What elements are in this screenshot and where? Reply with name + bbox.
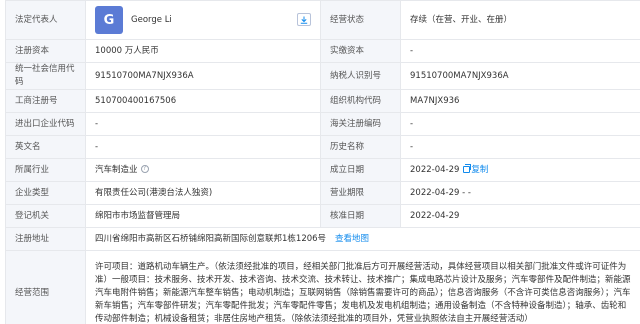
credit-code-label: 统一社会信用代码 (5, 62, 86, 90)
industry-label: 所属行业 (5, 158, 86, 182)
reg-capital-value: 10000 万人民币 (85, 39, 321, 63)
english-name-label: 英文名 (5, 135, 86, 159)
question-circle-icon[interactable]: ? (140, 165, 149, 173)
scope-cell: 许可项目：道路机动车辆生产。（依法须经批准的项目，经相关部门批准后方可开展经营活… (85, 250, 640, 324)
founded-cell: 2022-04-29 复制 (400, 158, 640, 182)
customs-value: - (400, 112, 640, 136)
import-export-label: 进出口企业代码 (5, 112, 86, 136)
business-term-label: 营业期限 (320, 181, 401, 205)
reg-capital-label: 注册资本 (5, 39, 86, 63)
status-label: 经营状态 (320, 0, 401, 40)
view-map-link[interactable]: 查看地图 (335, 234, 369, 244)
company-type-label: 企业类型 (5, 181, 86, 205)
reg-number-label: 工商注册号 (5, 89, 86, 113)
row-names: 英文名 - 历史名称 - (5, 135, 640, 159)
legal-rep-name[interactable]: George Li (131, 14, 172, 27)
industry-value: 汽车制造业 (95, 164, 138, 175)
status-value: 存续（在营、开业、在册） (400, 0, 640, 40)
row-legal-rep: 法定代表人 G George Li 经营状态 存续（在营、开业、在册） (5, 0, 640, 40)
row-authority: 登记机关 绵阳市市场监督管理局 核准日期 2022-04-29 (5, 204, 640, 228)
legal-rep-cell: G George Li (85, 0, 321, 40)
authority-label: 登记机关 (5, 204, 86, 228)
paid-capital-label: 实缴资本 (320, 39, 401, 63)
taxpayer-id-value: 91510700MA7NJX936A (400, 62, 640, 90)
copy-icon[interactable] (463, 163, 472, 173)
company-type-value: 有限责任公司(港澳台法人独资) (85, 181, 321, 205)
company-info-panel: 法定代表人 G George Li 经营状态 存续（在营、开业、在册） 注册资本… (0, 0, 640, 324)
approval-date-label: 核准日期 (320, 204, 401, 228)
legal-rep-label: 法定代表人 (5, 0, 86, 40)
industry-cell: 汽车制造业? (85, 158, 321, 182)
paid-capital-value: - (400, 39, 640, 63)
english-name-value: - (85, 135, 321, 159)
row-type: 企业类型 有限责任公司(港澳台法人独资) 营业期限 2022-04-29 - - (5, 181, 640, 205)
scope-label: 经营范围 (5, 250, 86, 324)
authority-value: 绵阳市市场监督管理局 (85, 204, 321, 228)
address-cell: 四川省绵阳市高新区石桥铺绵阳高新国际创意联邦1栋1206号 查看地图 (85, 227, 640, 251)
row-scope: 经营范围 许可项目：道路机动车辆生产。（依法须经批准的项目，经相关部门批准后方可… (5, 250, 640, 324)
business-term-value: 2022-04-29 - - (400, 181, 640, 205)
founded-value: 2022-04-29 (410, 164, 460, 175)
founded-label: 成立日期 (320, 158, 401, 182)
reg-number-value: 510700400167506 (85, 89, 321, 113)
former-name-value: - (400, 135, 640, 159)
scope-value: 许可项目：道路机动车辆生产。（依法须经批准的项目，经相关部门批准后方可开展经营活… (95, 262, 631, 324)
taxpayer-id-label: 纳税人识别号 (320, 62, 401, 90)
row-trade-codes: 进出口企业代码 - 海关注册编码 - (5, 112, 640, 136)
address-label: 注册地址 (5, 227, 86, 251)
copy-link[interactable]: 复制 (471, 165, 488, 175)
org-code-label: 组织机构代码 (320, 89, 401, 113)
row-registration: 工商注册号 510700400167506 组织机构代码 MA7NJX936 (5, 89, 640, 113)
address-value: 四川省绵阳市高新区石桥铺绵阳高新国际创意联邦1栋1206号 (95, 233, 327, 244)
row-address: 注册地址 四川省绵阳市高新区石桥铺绵阳高新国际创意联邦1栋1206号 查看地图 (5, 227, 640, 251)
org-code-value: MA7NJX936 (400, 89, 640, 113)
row-industry: 所属行业 汽车制造业? 成立日期 2022-04-29 复制 (5, 158, 640, 182)
customs-label: 海关注册编码 (320, 112, 401, 136)
row-capital: 注册资本 10000 万人民币 实缴资本 - (5, 39, 640, 63)
approval-date-value: 2022-04-29 (400, 204, 640, 228)
row-codes: 统一社会信用代码 91510700MA7NJX936A 纳税人识别号 91510… (5, 62, 640, 90)
import-export-value: - (85, 112, 321, 136)
credit-code-value: 91510700MA7NJX936A (85, 62, 321, 90)
download-icon[interactable] (297, 13, 311, 26)
avatar[interactable]: G (95, 6, 123, 34)
former-name-label: 历史名称 (320, 135, 401, 159)
company-info-table: 法定代表人 G George Li 经营状态 存续（在营、开业、在册） 注册资本… (5, 0, 640, 324)
